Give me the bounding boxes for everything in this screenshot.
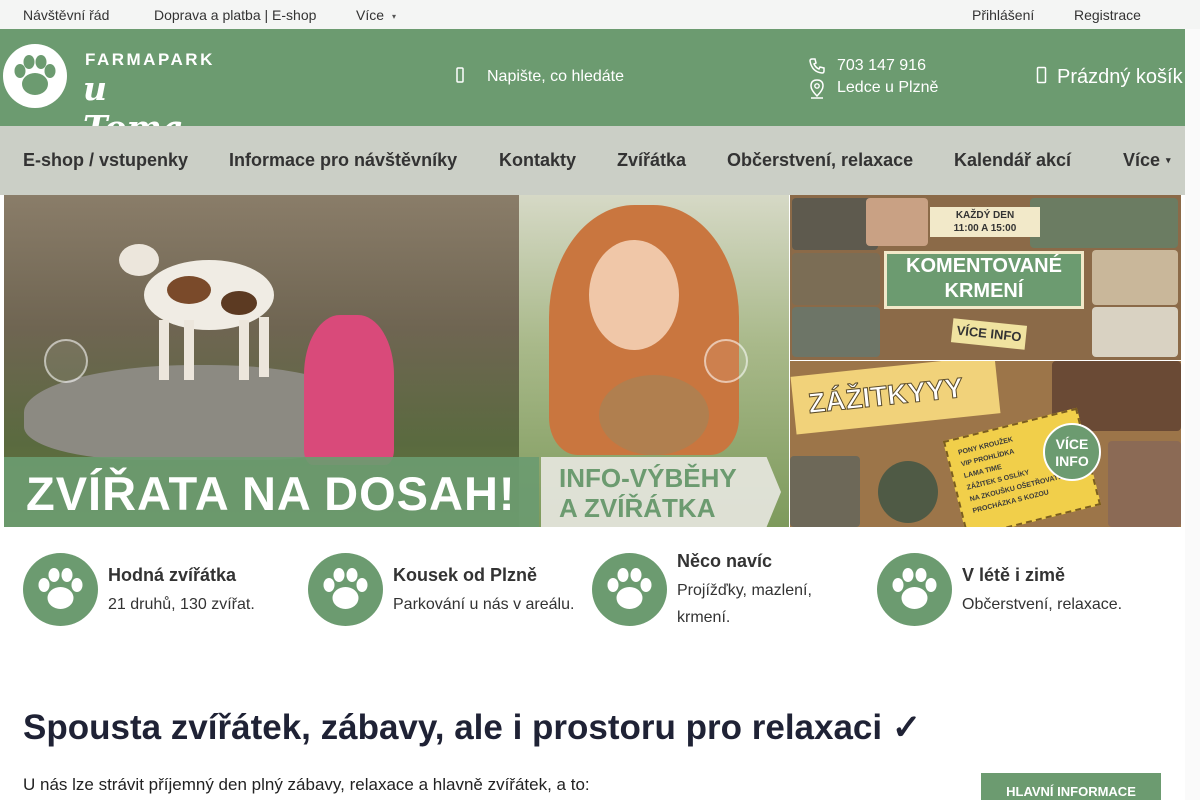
- feature-subtitle: Občerstvení, relaxace.: [962, 596, 1123, 613]
- banner-side-line1: INFO-VÝBĚHY: [559, 463, 737, 493]
- feeding-title-sign: KOMENTOVANÉ KRMENÍ: [884, 251, 1084, 309]
- experiences-title-sign: ZÁŽITKYYY: [790, 361, 1001, 435]
- more-label: Více: [356, 7, 385, 23]
- feature-title: V létě i zimě: [962, 565, 1066, 585]
- location-pin-icon: [810, 79, 824, 99]
- slider-prev-button[interactable]: [44, 339, 88, 383]
- goat-illustration: [119, 244, 274, 380]
- site-header: FARMAPARK u Toma Napište, co hledáte 703…: [0, 29, 1185, 147]
- feature-highlights: Hodná zvířátka 21 druhů, 130 zvířat. Kou…: [0, 527, 1185, 637]
- feature-subtitle: Projížďky, mazlení, krmení.: [677, 582, 812, 626]
- slider-next-button[interactable]: [704, 339, 748, 383]
- banner-side-line2: A ZVÍŘÁTKA: [559, 493, 716, 523]
- promo-photo-deer: [792, 253, 880, 305]
- experiences-title: ZÁŽITKYYY: [806, 371, 965, 420]
- login-link[interactable]: Přihlášení: [972, 7, 1034, 23]
- site-logo[interactable]: FARMAPARK u Toma: [3, 43, 212, 147]
- visitor-rules-link[interactable]: Návštěvní řád: [23, 7, 109, 23]
- cart-button[interactable]: Prázdný košík: [1036, 66, 1183, 89]
- feeding-time-line1: KAŽDÝ DEN: [955, 210, 1015, 221]
- promo-photo-hands: [1092, 307, 1178, 357]
- feeding-title-line1: KOMENTOVANÉ: [906, 255, 1062, 277]
- promo-photo-goats: [1030, 198, 1178, 248]
- promo-photo-kangaroo: [1108, 441, 1181, 527]
- feeding-more-info[interactable]: VÍCE INFO: [950, 318, 1028, 350]
- shipping-payment-link[interactable]: Doprava a platba | E-shop: [154, 7, 316, 23]
- paw-icon: [877, 553, 952, 626]
- promo-photo-llama: [790, 456, 860, 527]
- promo-photo-donkey: [878, 461, 938, 523]
- top-utility-bar: Návštěvní řád Doprava a platba | E-shop …: [0, 0, 1200, 29]
- feature-item: Něco navíc Projížďky, mazlení, krmení.: [592, 551, 872, 633]
- page-heading: Spousta zvířátek, zábavy, ale i prostoru…: [23, 708, 922, 747]
- cart-icon: [1036, 66, 1047, 84]
- banner-headline: ZVÍŘATA NA DOSAH!: [26, 467, 516, 520]
- feature-item: Hodná zvířátka 21 druhů, 130 zvířat.: [23, 553, 303, 633]
- phone-number: 703 147 916: [837, 57, 926, 74]
- banner-side-tag[interactable]: INFO-VÝBĚHY A ZVÍŘÁTKA: [541, 457, 781, 527]
- experiences-badge-line1: VÍCE: [1055, 436, 1089, 452]
- nav-more-label: Více: [1123, 150, 1161, 170]
- feature-title: Kousek od Plzně: [393, 565, 538, 585]
- experiences-badge-line2: INFO: [1055, 453, 1089, 469]
- cart-label: Prázdný košík: [1057, 66, 1183, 88]
- search-icon: [456, 67, 464, 83]
- promo-photo-woman: [866, 198, 928, 246]
- feature-title: Hodná zvířátka: [108, 565, 237, 585]
- paw-icon: [23, 553, 98, 626]
- hero-banner-slider[interactable]: ZVÍŘATA NA DOSAH! INFO-VÝBĚHY A ZVÍŘÁTKA: [4, 195, 789, 527]
- feeding-time-label: KAŽDÝ DEN 11:00 A 15:00: [930, 207, 1040, 237]
- paw-logo-icon: [3, 44, 67, 108]
- feature-subtitle: 21 druhů, 130 zvířat.: [108, 596, 255, 613]
- feature-title: Něco navíc: [677, 551, 773, 571]
- paw-icon: [592, 553, 667, 626]
- banner-headline-strip: ZVÍŘATA NA DOSAH!: [4, 457, 539, 527]
- promo-photo-kids: [792, 307, 880, 357]
- chevron-down-icon: ▾: [392, 11, 397, 21]
- register-link[interactable]: Registrace: [1074, 7, 1141, 23]
- feature-subtitle: Parkování u nás v areálu.: [393, 596, 575, 613]
- main-navigation: E-shop / vstupenky Informace pro návštěv…: [0, 126, 1185, 195]
- banner-woman-face: [589, 240, 679, 350]
- nav-events-calendar[interactable]: Kalendář akcí: [954, 150, 1071, 171]
- nav-refreshments[interactable]: Občerstvení, relaxace: [727, 150, 913, 171]
- logo-text-top: FARMAPARK: [85, 50, 215, 69]
- search-placeholder: Napište, co hledáte: [487, 68, 624, 85]
- feeding-time-line2: 11:00 A 15:00: [953, 223, 1017, 234]
- address-text: Ledce u Plzně: [837, 79, 939, 96]
- feature-item: Kousek od Plzně Parkování u nás v areálu…: [308, 553, 588, 633]
- experiences-more-info[interactable]: VÍCE INFO: [1043, 423, 1101, 481]
- promo-guided-feeding[interactable]: KAŽDÝ DEN 11:00 A 15:00 KOMENTOVANÉ KRMEN…: [790, 195, 1181, 360]
- more-dropdown[interactable]: Více ▾: [356, 7, 396, 23]
- banner-girl: [304, 315, 394, 465]
- nav-contacts[interactable]: Kontakty: [499, 150, 576, 171]
- main-info-button[interactable]: HLAVNÍ INFORMACE: [981, 773, 1161, 800]
- promo-photo-alpaca: [1092, 250, 1178, 305]
- chevron-down-icon: ▾: [1166, 155, 1171, 165]
- phone-icon: [809, 58, 825, 74]
- intro-text: U nás lze strávit příjemný den plný zába…: [23, 775, 590, 794]
- nav-more[interactable]: Více ▾: [1123, 150, 1171, 171]
- feeding-title-line2: KRMENÍ: [944, 280, 1024, 302]
- nav-eshop[interactable]: E-shop / vstupenky: [23, 150, 188, 171]
- nav-animals[interactable]: Zvířátka: [617, 150, 686, 171]
- banner-rabbit: [599, 375, 709, 455]
- main-content: Spousta zvířátek, zábavy, ale i prostoru…: [0, 637, 1185, 800]
- page-scrollbar[interactable]: [1185, 29, 1200, 800]
- paw-icon: [308, 553, 383, 626]
- feature-item: V létě i zimě Občerstvení, relaxace.: [877, 553, 1157, 633]
- promo-experiences[interactable]: ZÁŽITKYYY PONY KROUŽEK VIP PROHLÍDKA LAM…: [790, 361, 1181, 527]
- nav-visitor-info[interactable]: Informace pro návštěvníky: [229, 150, 457, 171]
